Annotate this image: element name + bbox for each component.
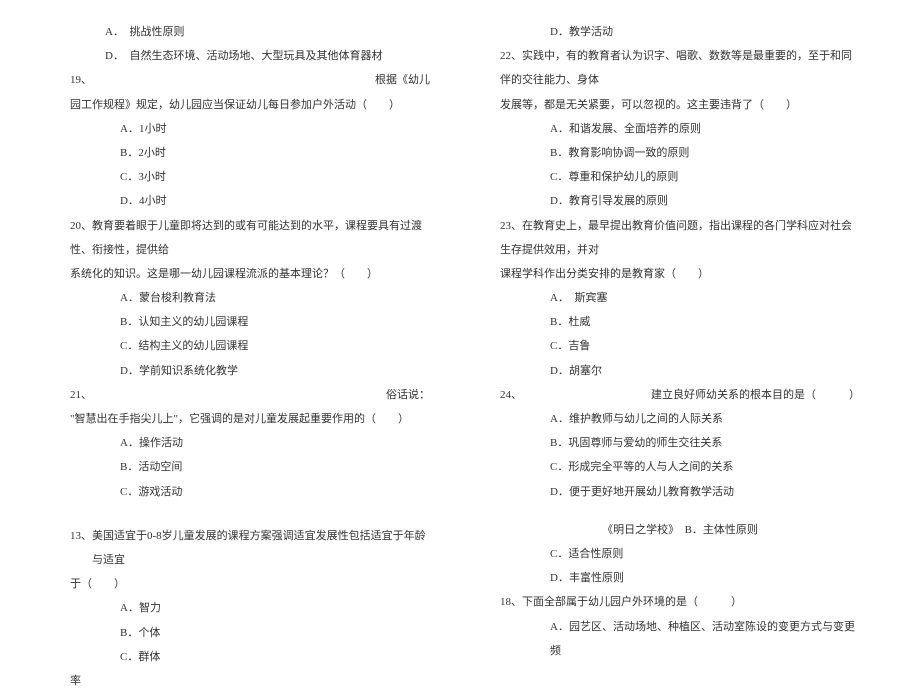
q20-c: C．结构主义的幼儿园课程 bbox=[70, 334, 430, 358]
q20-a: A．蒙台梭利教育法 bbox=[70, 286, 430, 310]
opt-a-top: A． 挑战性原则 bbox=[70, 20, 430, 44]
q24-b: B．巩固尊师与爱幼的师生交往关系 bbox=[500, 431, 860, 455]
q19-num: 19、 bbox=[70, 68, 92, 92]
q22-b: B．教育影响协调一致的原则 bbox=[500, 141, 860, 165]
opt-d-top: D． 自然生态环境、活动场地、大型玩具及其他体育器材 bbox=[70, 44, 430, 68]
q24-num: 24、 bbox=[500, 383, 522, 407]
q23-c: C．吉鲁 bbox=[500, 334, 860, 358]
q22-a: A．和谐发展、全面培养的原则 bbox=[500, 117, 860, 141]
q19-d: D．4小时 bbox=[70, 189, 430, 213]
q19-b: B．2小时 bbox=[70, 141, 430, 165]
q21-line2: "智慧出在手指尖儿上"，它强调的是对儿童发展起重要作用的（ ） bbox=[70, 407, 430, 431]
q13-line2: 于（ ） bbox=[70, 572, 430, 596]
q19-a: A．1小时 bbox=[70, 117, 430, 141]
q23-a: A． 斯宾塞 bbox=[500, 286, 860, 310]
q20-d: D．学前知识系统化教学 bbox=[70, 359, 430, 383]
q20-line1: 20、教育要着眼于儿童即将达到的或有可能达到的水平，课程要具有过渡性、衔接性，提… bbox=[70, 214, 430, 262]
opt-c-mid: C．适合性原则 bbox=[500, 542, 860, 566]
q24-d: D．便于更好地开展幼儿教育教学活动 bbox=[500, 480, 860, 504]
q19-right-frag: 根据《幼儿 bbox=[375, 68, 430, 92]
q22-line2: 发展等，都是无关紧要，可以忽视的。这主要违背了（ ） bbox=[500, 93, 860, 117]
q18-stem: 18、下面全部属于幼儿园户外环境的是（ ） bbox=[500, 590, 860, 614]
q18-a: A．园艺区、活动场地、种植区、活动室陈设的变更方式与变更频 bbox=[500, 615, 860, 663]
q21-right-frag: 俗话说： bbox=[386, 383, 430, 407]
q20-b: B．认知主义的幼儿园课程 bbox=[70, 310, 430, 334]
q22-c: C．尊重和保护幼儿的原则 bbox=[500, 165, 860, 189]
q13-right-frag: 美国适宜于0-8岁儿童发展的课程方案强调适宜发展性包括适宜于年龄与适宜 bbox=[92, 524, 430, 572]
q24-a: A．维护教师与幼儿之间的人际关系 bbox=[500, 407, 860, 431]
book-opt-b: 《明日之学校》 B．主体性原则 bbox=[500, 518, 860, 542]
q13-c: C．群体 bbox=[70, 645, 430, 669]
q22-d: D．教育引导发展的原则 bbox=[500, 189, 860, 213]
q21-a: A．操作活动 bbox=[70, 431, 430, 455]
opt-d-mid: D．丰富性原则 bbox=[500, 566, 860, 590]
q21-line1: 21、 俗话说： bbox=[70, 383, 430, 407]
q23-line1: 23、在教育史上，最早提出教育价值问题，指出课程的各门学科应对社会生存提供效用，… bbox=[500, 214, 860, 262]
q23-d: D．胡塞尔 bbox=[500, 359, 860, 383]
q23-line2: 课程学科作出分类安排的是教育家（ ） bbox=[500, 262, 860, 286]
q19-c: C．3小时 bbox=[70, 165, 430, 189]
q13-b: B．个体 bbox=[70, 621, 430, 645]
q21-b: B．活动空间 bbox=[70, 455, 430, 479]
q13-num: 13、 bbox=[70, 524, 92, 572]
q19-line1: 19、 根据《幼儿 bbox=[70, 68, 430, 92]
q21-c: C．游戏活动 bbox=[70, 480, 430, 504]
q24-line1: 24、 建立良好师幼关系的根本目的是（ ） bbox=[500, 383, 860, 407]
q21-num: 21、 bbox=[70, 383, 92, 407]
q24-c: C．形成完全平等的人与人之间的关系 bbox=[500, 455, 860, 479]
q23-b: B．杜威 bbox=[500, 310, 860, 334]
q20-line2: 系统化的知识。这是哪一幼儿园课程流派的基本理论？（ ） bbox=[70, 262, 430, 286]
q13-a: A．智力 bbox=[70, 596, 430, 620]
q19-line2: 园工作规程》规定，幼儿园应当保证幼儿每日参加户外活动（ ） bbox=[70, 93, 430, 117]
q13-line1: 13、 美国适宜于0-8岁儿童发展的课程方案强调适宜发展性包括适宜于年龄与适宜 bbox=[70, 524, 430, 572]
opt-d-right-top: D．教学活动 bbox=[500, 20, 860, 44]
rate-frag: 率 bbox=[70, 669, 430, 693]
q22-line1: 22、实践中，有的教育者认为识字、唱歌、数数等是最重要的，至于和同伴的交往能力、… bbox=[500, 44, 860, 92]
q24-stem: 建立良好师幼关系的根本目的是（ ） bbox=[651, 383, 860, 407]
